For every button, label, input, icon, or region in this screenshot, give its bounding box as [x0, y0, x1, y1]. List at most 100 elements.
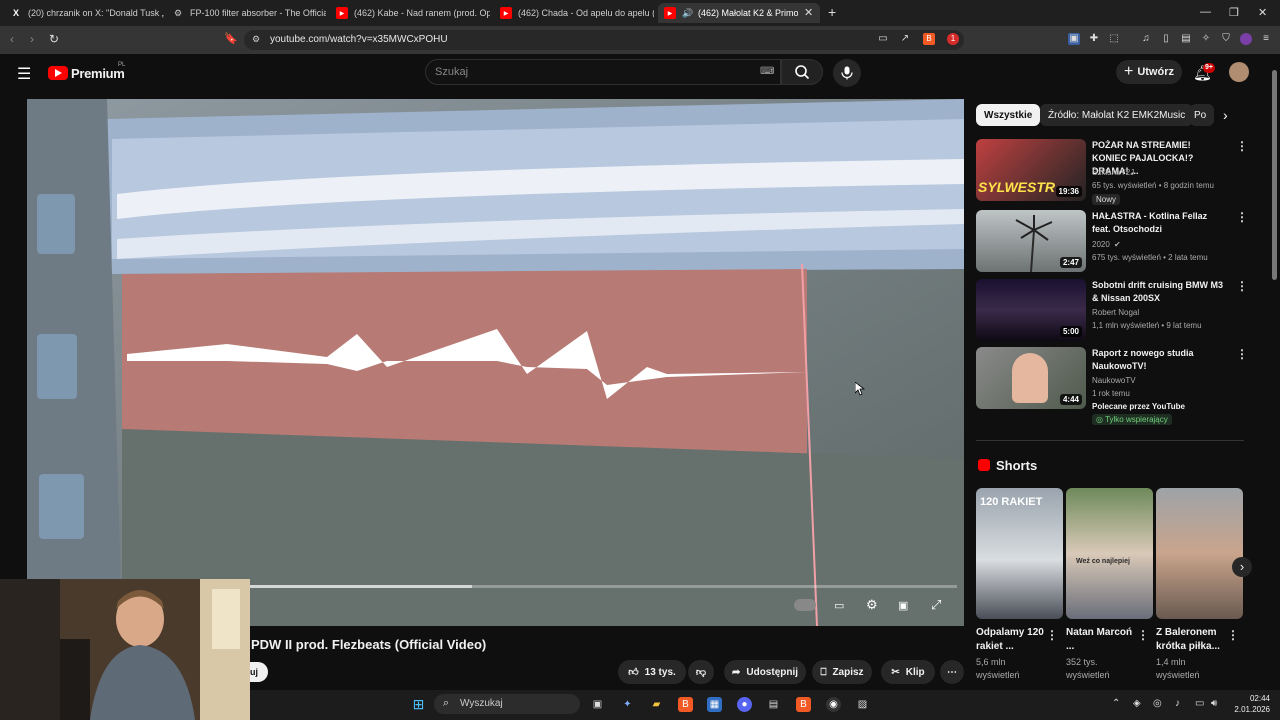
like-button[interactable]: 👍︎ 13 tys. [618, 660, 686, 684]
forward-icon[interactable]: › [30, 32, 34, 46]
sidebar-icon[interactable]: ▯ [1160, 33, 1172, 45]
extension-icon[interactable]: ⬚ [1108, 33, 1120, 45]
more-options-icon[interactable]: ⋮ [1046, 628, 1058, 642]
browser-tab[interactable]: ⚙ FP-100 filter absorber - The Official … [166, 3, 326, 23]
channel-name[interactable]: NaukowoTV [1092, 376, 1136, 385]
browser-tab[interactable]: X (20) chrzanik on X: "Donald Tusk „Do [4, 3, 164, 23]
file-explorer-icon[interactable]: ▰ [649, 697, 664, 712]
url-text[interactable]: youtube.com/watch?v=x35MWCxPOHU [270, 34, 448, 45]
music-icon[interactable]: ♫ [1140, 33, 1152, 45]
subtitles-icon[interactable]: ▭ [834, 599, 844, 612]
browser-tab[interactable]: ▶ (462) Kabe - Nad ranem (prod. Opiat [330, 3, 490, 23]
clock-time[interactable]: 02:44 [1238, 694, 1270, 703]
speaker-icon[interactable]: 🔊 [682, 7, 694, 19]
share-button[interactable]: ➦ Udostępnij [724, 660, 806, 684]
more-options-icon[interactable]: ⋮ [1227, 628, 1239, 642]
bookmark-icon[interactable]: 🔖 [224, 32, 238, 45]
fullscreen-icon[interactable]: ⤢ [931, 597, 941, 613]
clock-date[interactable]: 2.01.2026 [1228, 705, 1270, 714]
short-thumbnail[interactable]: Weź co najlepiej [1066, 488, 1153, 619]
clip-button[interactable]: ✂ Klip [881, 660, 935, 684]
video-thumbnail[interactable]: 4:44 [976, 347, 1086, 409]
taskbar-search[interactable] [434, 694, 580, 714]
minimize-icon[interactable]: — [1200, 6, 1211, 18]
discord-icon[interactable]: ● [737, 697, 752, 712]
puzzle-icon[interactable]: ✚ [1088, 33, 1100, 45]
avatar[interactable] [1229, 62, 1249, 82]
windows-start-icon[interactable]: ⊞ [411, 697, 426, 712]
more-options-icon[interactable]: ⋮ [1236, 347, 1248, 361]
more-actions-button[interactable]: ⋯ [940, 660, 964, 684]
task-view-icon[interactable]: ▣ [590, 697, 605, 712]
wallet-icon[interactable]: ▤ [1180, 33, 1192, 45]
cast-icon[interactable]: ▭ [877, 33, 889, 45]
new-tab-button[interactable]: + [828, 4, 836, 20]
settings-gear-icon[interactable]: ⚙ [866, 597, 878, 613]
chip-source[interactable]: Źródło: Małolat K2 EMK2Music [1040, 104, 1194, 126]
chevron-right-icon[interactable]: › [1223, 107, 1228, 123]
tray-chevron-icon[interactable]: ⌃ [1112, 698, 1120, 709]
more-options-icon[interactable]: ⋮ [1236, 279, 1248, 293]
browser-tab[interactable]: ▶ (462) Chada - Od apelu do apelu (DN [494, 3, 654, 23]
channel-name[interactable]: Robert Nogal [1092, 308, 1139, 317]
microphone-tray-icon[interactable]: ♪ [1175, 698, 1180, 709]
short-thumbnail[interactable] [1156, 488, 1243, 619]
share-page-icon[interactable]: ↗ [899, 33, 911, 45]
network-icon[interactable]: ▭ [1195, 698, 1204, 709]
page-scrollbar[interactable] [1272, 70, 1277, 280]
channel-name[interactable]: 2020 [1092, 240, 1110, 249]
brave-shield-icon[interactable]: B [923, 33, 935, 45]
dislike-button[interactable]: 👎︎ [688, 660, 714, 684]
more-options-icon[interactable]: ⋮ [1236, 139, 1248, 153]
tray-app-icon[interactable]: ◈ [1133, 698, 1141, 709]
profile-icon[interactable] [1240, 33, 1252, 45]
create-button[interactable]: + Utwórz [1116, 60, 1182, 84]
voice-search-button[interactable] [833, 59, 861, 87]
autoplay-toggle[interactable] [794, 599, 816, 611]
video-player[interactable]: ▭ ⚙ ▣ ⤢ [27, 99, 964, 626]
more-options-icon[interactable]: ⋮ [1236, 210, 1248, 224]
obs-icon[interactable]: ◉ [826, 697, 841, 712]
close-window-icon[interactable]: ✕ [1258, 6, 1267, 19]
search-button[interactable] [781, 59, 823, 85]
subscribe-button[interactable]: uj [250, 662, 268, 682]
store-icon[interactable]: ▦ [707, 697, 722, 712]
reload-icon[interactable]: ↻ [49, 32, 59, 46]
extension-icon[interactable]: ▣ [1068, 33, 1080, 45]
leo-icon[interactable]: ✧ [1200, 33, 1212, 45]
video-thumbnail[interactable]: SYLWESTR 19:36 [976, 139, 1086, 201]
shorts-next-icon[interactable]: › [1232, 557, 1252, 577]
video-thumbnail[interactable]: 2:47 [976, 210, 1086, 272]
menu-icon[interactable]: ≡ [1260, 33, 1272, 45]
brave-active-icon[interactable]: B [796, 697, 811, 712]
youtube-logo-icon[interactable] [48, 66, 68, 80]
more-options-icon[interactable]: ⋮ [1137, 628, 1149, 642]
brave-rewards-icon[interactable]: 1 [947, 33, 959, 45]
short-title[interactable]: Odpalamy 120 rakiet ... [976, 626, 1046, 654]
short-thumbnail[interactable]: 120 RAKIET [976, 488, 1063, 619]
close-tab-icon[interactable]: ✕ [804, 6, 813, 19]
video-title[interactable]: Sobotni drift cruising BMW M3 & Nissan 2… [1092, 279, 1227, 305]
tray-app-icon[interactable]: ◎ [1153, 698, 1162, 709]
back-icon[interactable]: ‹ [10, 32, 14, 46]
short-title[interactable]: Z Baleronem krótka piłka... [1156, 626, 1226, 654]
app-icon[interactable]: ▨ [855, 697, 870, 712]
search-input[interactable] [425, 59, 781, 85]
miniplayer-icon[interactable]: ▣ [898, 599, 908, 612]
hamburger-menu-icon[interactable]: ☰ [17, 64, 31, 84]
chip-more[interactable]: Po [1190, 104, 1214, 126]
video-title[interactable]: HAŁASTRA - Kotlina Fellaz feat. Otsochod… [1092, 210, 1227, 236]
video-thumbnail[interactable]: 5:00 [976, 279, 1086, 341]
chip-all[interactable]: Wszystkie [976, 104, 1041, 126]
save-button[interactable]: ⎕ Zapisz [812, 660, 872, 684]
keyboard-icon[interactable]: ⌨ [760, 66, 774, 77]
channel-name[interactable]: SzklanaY2J [1092, 168, 1134, 177]
video-title[interactable]: Raport z nowego studia NaukowoTV! [1092, 347, 1227, 373]
copilot-icon[interactable]: ✦ [620, 697, 635, 712]
site-info-icon[interactable]: ⚙ [252, 34, 260, 45]
youtube-premium-logo[interactable]: Premium [71, 66, 125, 81]
browser-tab-active[interactable]: ▶ 🔊 (462) Małolat K2 & Primo Mi... [658, 3, 820, 23]
restore-icon[interactable]: ❐ [1229, 6, 1239, 19]
volume-icon[interactable]: 🔊︎ [1211, 698, 1217, 709]
vpn-icon[interactable]: ⛉ [1220, 33, 1232, 45]
